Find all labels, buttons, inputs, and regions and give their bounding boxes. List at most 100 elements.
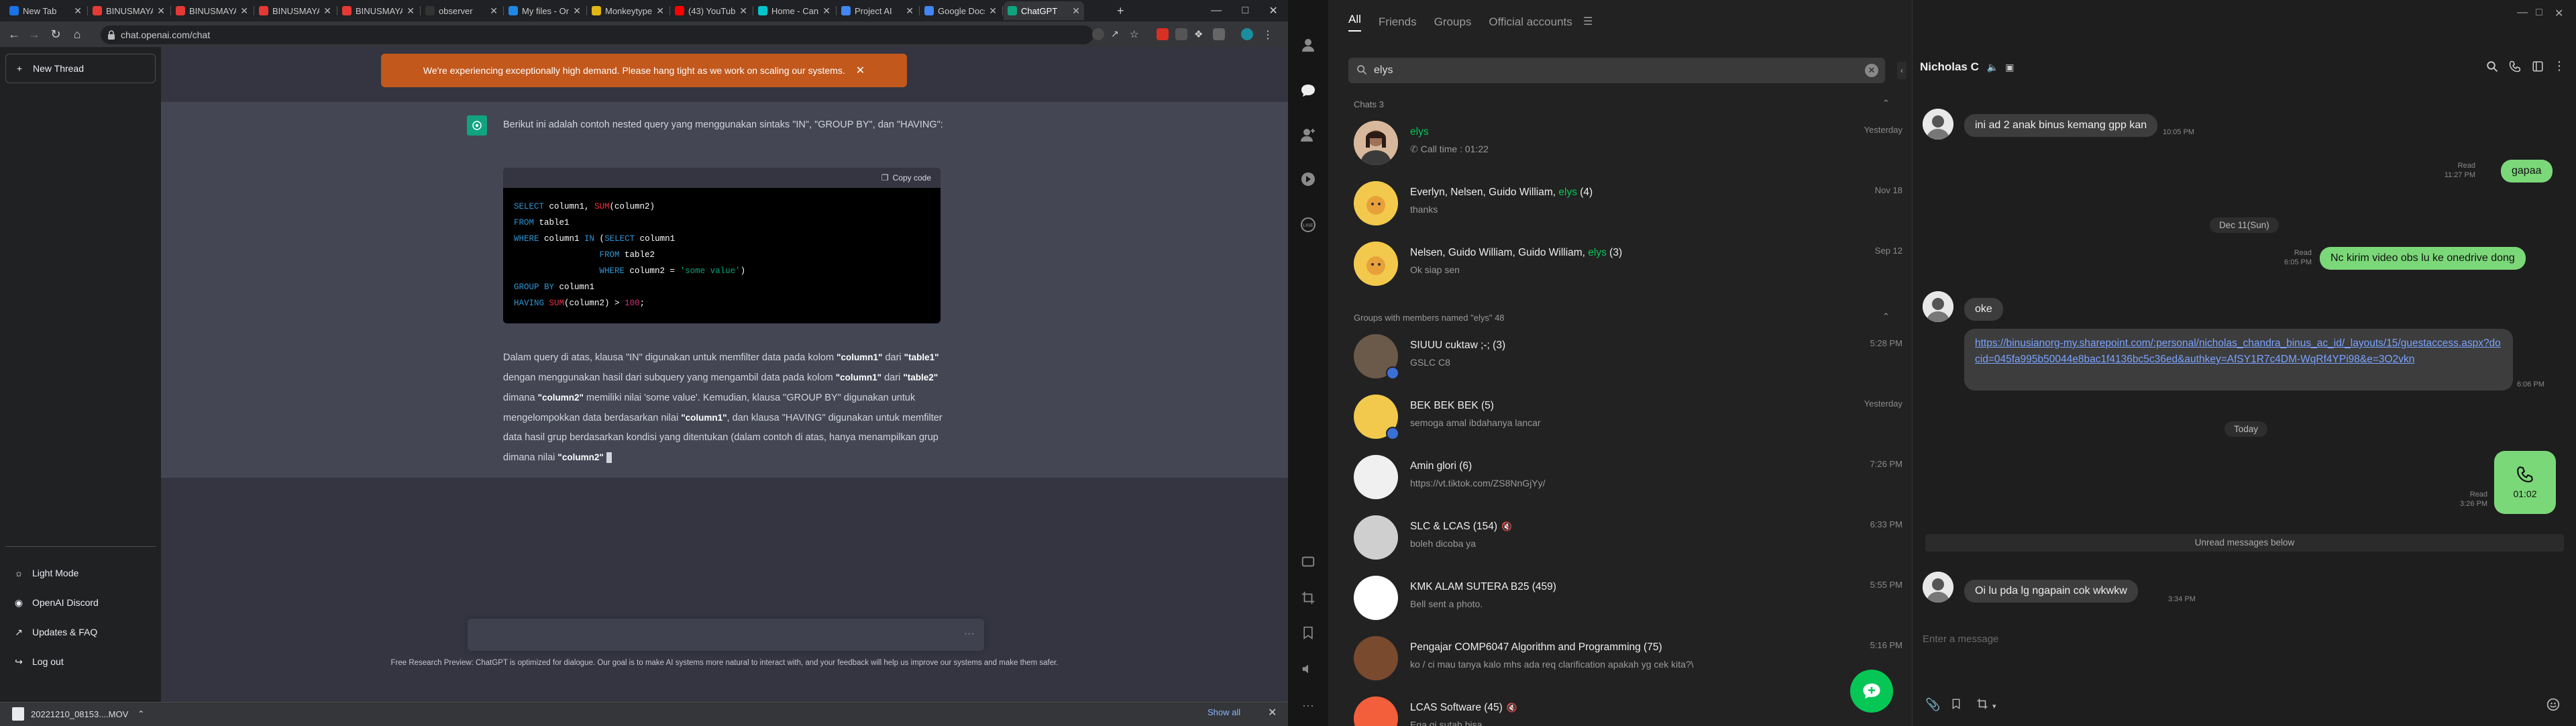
collapse-groups-icon[interactable]: ⌃ [1882, 311, 1890, 322]
message-link[interactable]: https://binusianorg-my.sharepoint.com/:p… [1964, 329, 2513, 391]
browser-tab[interactable]: Google Docs ✕ [920, 1, 1001, 20]
tab-close-icon[interactable]: ✕ [1072, 5, 1080, 17]
updates-faq-link[interactable]: ↗ Updates & FAQ [5, 619, 156, 645]
filter-tab-friends[interactable]: Friends [1379, 15, 1417, 29]
group-result[interactable]: SIUUU cuktaw ;-; (3) GSLC C8 5:28 PM [1335, 326, 1905, 384]
sidepanel-icon[interactable] [1213, 28, 1225, 40]
chat-menu-icon[interactable]: ⋮ [2553, 59, 2565, 73]
tab-close-icon[interactable]: ✕ [573, 5, 581, 17]
browser-tab[interactable]: Monkeytype ✕ [588, 1, 668, 20]
voom-icon[interactable] [1298, 169, 1318, 189]
group-result[interactable]: KMK ALAM SUTERA B25 (459) Bell sent a pho… [1335, 568, 1905, 625]
new-chat-fab[interactable] [1850, 670, 1893, 713]
prompt-input[interactable]: ··· [468, 619, 984, 651]
keep-icon[interactable] [1298, 552, 1318, 572]
profile-avatar[interactable] [1241, 28, 1253, 40]
share-icon[interactable]: ↗ [1111, 28, 1123, 40]
emoji-icon[interactable] [2546, 698, 2560, 711]
browser-tab[interactable]: BINUSMAYA ✕ [255, 1, 335, 20]
chat-result-everlyn-group[interactable]: Everlyn, Nelsen, Guido William, elys (4)… [1335, 173, 1905, 231]
add-friend-icon[interactable] [1298, 125, 1318, 145]
extension-gray-icon[interactable] [1175, 28, 1187, 40]
browser-tab[interactable]: (43) YouTube ✕ [671, 1, 751, 20]
filter-tab-groups[interactable]: Groups [1434, 15, 1472, 29]
crop-icon[interactable] [1298, 588, 1318, 608]
more-dots-icon[interactable]: ··· [1298, 695, 1318, 715]
voice-call-message[interactable]: 01:02 [2494, 451, 2556, 514]
discord-link[interactable]: ◉ OpenAI Discord [5, 589, 156, 616]
tab-close-icon[interactable]: ✕ [407, 5, 415, 17]
tab-close-icon[interactable]: ✕ [490, 5, 498, 17]
browser-tab[interactable]: Home - Canva✕ [754, 1, 835, 20]
copy-code-button[interactable]: Copy code [893, 173, 931, 183]
chat-search-icon[interactable] [2486, 60, 2498, 72]
tab-close-icon[interactable]: ✕ [989, 5, 997, 17]
filter-settings-icon[interactable]: ☰ [1583, 15, 1593, 28]
address-bar[interactable]: chat.openai.com/chat [101, 25, 1093, 44]
filter-tab-all[interactable]: All [1348, 13, 1361, 32]
collapse-list-icon[interactable]: ‹ [1897, 62, 1907, 79]
reload-icon[interactable]: ↻ [48, 27, 63, 42]
tab-close-icon[interactable]: ✕ [656, 5, 664, 17]
loading-dots-icon[interactable]: ··· [964, 628, 975, 640]
chats-icon[interactable] [1298, 81, 1318, 101]
group-result[interactable]: SLC & LCAS (154) 🔇 boleh dicoba ya 6:33 PM [1335, 507, 1905, 565]
back-icon[interactable]: ← [7, 27, 21, 42]
message-incoming[interactable]: oke [1964, 298, 2003, 321]
browser-tab[interactable]: BINUSMAYA ✕ [172, 1, 252, 20]
message-incoming[interactable]: ini ad 2 anak binus kemang gpp kan [1964, 114, 2158, 137]
speaker-icon[interactable] [1298, 659, 1318, 679]
chat-result-elys[interactable]: elys ✆ Call time : 01:22 Yesterday [1335, 113, 1905, 170]
search-input[interactable]: elys ✕ [1348, 58, 1885, 83]
group-result[interactable]: BEK BEK BEK (5) semoga amal ibdahanya lan… [1335, 386, 1905, 444]
tab-close-icon[interactable]: ✕ [906, 5, 914, 17]
screenshot-icon[interactable] [1976, 698, 1988, 710]
home-icon[interactable]: ⌂ [70, 27, 85, 42]
logout-button[interactable]: ↪ Log out [5, 648, 156, 675]
notes-icon[interactable] [2532, 60, 2544, 72]
note-icon[interactable]: ▣ [2005, 62, 2014, 73]
tab-close-icon[interactable]: ✕ [157, 5, 165, 17]
tab-close-icon[interactable]: ✕ [739, 5, 747, 17]
filter-tab-official[interactable]: Official accounts [1489, 15, 1572, 29]
browser-tab[interactable]: observer ✕ [421, 1, 502, 20]
close-banner-icon[interactable]: ✕ [856, 64, 865, 77]
browser-tab[interactable]: My files - OneDrive✕ [504, 1, 585, 20]
extensions-puzzle-icon[interactable]: ❖ [1194, 28, 1206, 40]
tab-close-icon[interactable]: ✕ [323, 5, 331, 17]
close-icon[interactable]: ✕ [2555, 7, 2563, 20]
google-lens-icon[interactable] [1092, 28, 1104, 40]
call-icon[interactable] [2509, 60, 2521, 72]
close-downloads-icon[interactable]: ✕ [1268, 706, 1277, 719]
message-outgoing[interactable]: gapaa [2501, 160, 2553, 183]
friends-icon[interactable] [1298, 35, 1318, 55]
keep-bookmark-icon[interactable] [1951, 698, 1962, 710]
browser-tab[interactable]: ChatGPT ✕ [1004, 1, 1084, 20]
light-mode-button[interactable]: ☼ Light Mode [5, 560, 156, 586]
message-incoming[interactable]: Oi lu pda lg ngapain cok wkwkw [1964, 580, 2138, 603]
browser-tab[interactable]: BINUSMAYA ✕ [338, 1, 419, 20]
menu-kebab-icon[interactable]: ⋮ [1263, 28, 1275, 41]
forward-icon[interactable]: → [27, 27, 42, 42]
tab-close-icon[interactable]: ✕ [240, 5, 248, 17]
browser-tab[interactable]: New Tab ✕ [5, 1, 86, 20]
new-tab-button[interactable]: + [1117, 4, 1124, 18]
minimize-icon[interactable]: — [2517, 7, 2528, 19]
line-news-icon[interactable]: LINE [1298, 215, 1318, 235]
group-result[interactable]: LCAS Software (45) 🔇 Ega gi sutab bisa [1335, 688, 1905, 726]
download-item[interactable]: 20221210_08153....MOV ⌃ [12, 705, 144, 723]
chevron-up-icon[interactable]: ⌃ [138, 709, 144, 719]
close-icon[interactable]: ✕ [1269, 4, 1277, 17]
message-input[interactable]: Enter a message [1923, 633, 1998, 645]
mute-icon[interactable]: 🔈 [1987, 62, 1998, 73]
bookmark-icon[interactable] [1298, 623, 1318, 643]
browser-tab[interactable]: BINUSMAYA ✕ [89, 1, 169, 20]
collapse-chats-icon[interactable]: ⌃ [1882, 98, 1890, 109]
extension-red-icon[interactable] [1157, 28, 1169, 40]
browser-tab[interactable]: Project AI ✕ [837, 1, 918, 20]
tab-close-icon[interactable]: ✕ [74, 5, 82, 17]
minimize-icon[interactable]: — [1211, 5, 1222, 17]
screenshot-dropdown-icon[interactable]: ▾ [1992, 702, 1996, 711]
attach-icon[interactable]: 📎 [1925, 698, 1940, 712]
maximize-icon[interactable]: □ [1242, 5, 1248, 17]
